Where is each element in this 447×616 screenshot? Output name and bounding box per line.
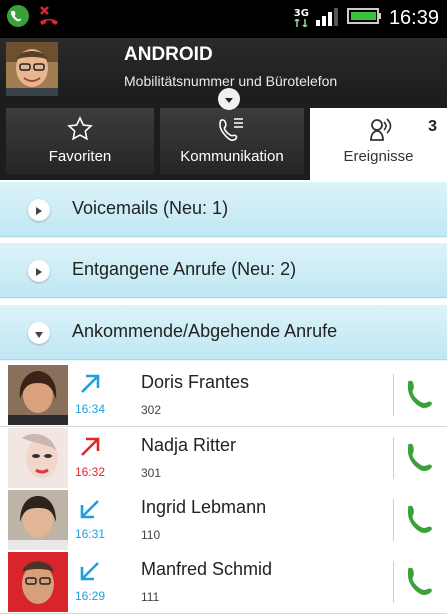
call-time: 16:34 <box>75 402 106 416</box>
avatar <box>8 365 68 425</box>
avatar <box>8 552 68 612</box>
call-row[interactable]: 16:29 Manfred Schmid 111 <box>0 551 447 614</box>
tab-label: Kommunikation <box>180 148 284 165</box>
voicemail-icon <box>365 116 393 148</box>
phone-list-icon <box>218 116 246 148</box>
call-button[interactable] <box>405 502 439 540</box>
chevron-right-icon <box>35 201 43 220</box>
phone-icon <box>408 380 432 408</box>
star-icon <box>67 116 93 146</box>
call-time: 16:29 <box>75 589 106 603</box>
phone-icon <box>408 443 432 471</box>
call-row[interactable]: 16:34 Doris Frantes 302 <box>0 364 447 427</box>
status-bar: 3G 16:39 <box>0 0 447 38</box>
chevron-right-icon <box>35 262 43 281</box>
avatar <box>8 490 68 550</box>
network-3g-icon: 3G <box>294 9 309 27</box>
outgoing-failed-call-icon <box>78 435 102 463</box>
call-time: 16:31 <box>75 527 106 541</box>
contact-number: 301 <box>141 466 162 480</box>
chevron-down-icon <box>34 324 44 343</box>
section-label: Entgangene Anrufe (Neu: 2) <box>72 259 297 279</box>
avatar <box>8 428 68 488</box>
tab-label: Favoriten <box>48 148 112 165</box>
call-row[interactable]: 16:32 Nadja Ritter 301 <box>0 427 447 490</box>
phone-icon <box>408 505 432 533</box>
section-label: Ankommende/Abgehende Anrufe <box>72 321 338 341</box>
divider <box>393 374 394 416</box>
phone-icon <box>408 567 432 595</box>
incoming-call-icon <box>78 559 102 587</box>
contact-name: Ingrid Lebmann <box>141 497 267 517</box>
contact-number: 111 <box>141 590 160 604</box>
call-button[interactable] <box>405 440 439 478</box>
tab-favoriten[interactable]: Favoriten <box>6 108 154 174</box>
outgoing-call-icon <box>78 372 102 400</box>
divider <box>393 437 394 479</box>
contact-number: 302 <box>141 403 162 417</box>
divider <box>393 499 394 541</box>
call-button[interactable] <box>405 564 439 602</box>
section-voicemails[interactable]: Voicemails (Neu: 1) <box>0 182 447 238</box>
section-label: Voicemails (Neu: 1) <box>72 198 229 218</box>
profile-name: ANDROID <box>124 44 213 65</box>
profile-subtitle: Mobilitätsnummer und Bürotelefon <box>124 73 338 89</box>
signal-icon <box>315 6 341 30</box>
status-left <box>6 4 60 32</box>
clock: 16:39 <box>388 6 439 29</box>
tab-ereignisse[interactable]: 3 Ereignisse <box>310 108 447 182</box>
contact-number: 110 <box>141 528 161 542</box>
divider <box>393 561 394 603</box>
battery-icon <box>346 7 383 29</box>
status-right: 3G 16:39 <box>294 6 439 30</box>
event-count-badge: 3 <box>428 118 437 135</box>
contact-name: Nadja Ritter <box>141 435 237 455</box>
section-missed-calls[interactable]: Entgangene Anrufe (Neu: 2) <box>0 243 447 299</box>
chevron-down-icon <box>224 90 234 109</box>
call-button[interactable] <box>405 377 439 415</box>
contact-name: Doris Frantes <box>141 372 250 392</box>
tab-label: Ereignisse <box>343 148 414 165</box>
contact-name: Manfred Schmid <box>141 559 273 579</box>
avatar <box>6 42 58 96</box>
expand-button[interactable] <box>28 260 50 282</box>
incoming-call-icon <box>78 497 102 525</box>
section-call-log[interactable]: Ankommende/Abgehende Anrufe <box>0 305 447 361</box>
expand-button[interactable] <box>28 199 50 221</box>
expand-profile-button[interactable] <box>218 88 240 110</box>
tab-kommunikation[interactable]: Kommunikation <box>160 108 304 174</box>
call-row[interactable]: 16:31 Ingrid Lebmann 110 <box>0 489 447 552</box>
call-status-icon <box>6 4 30 32</box>
collapse-button[interactable] <box>28 322 50 344</box>
tab-bar: Favoriten Kommunikation 3 Ereignisse <box>0 100 447 182</box>
missed-call-icon <box>38 4 60 32</box>
call-time: 16:32 <box>75 465 106 479</box>
